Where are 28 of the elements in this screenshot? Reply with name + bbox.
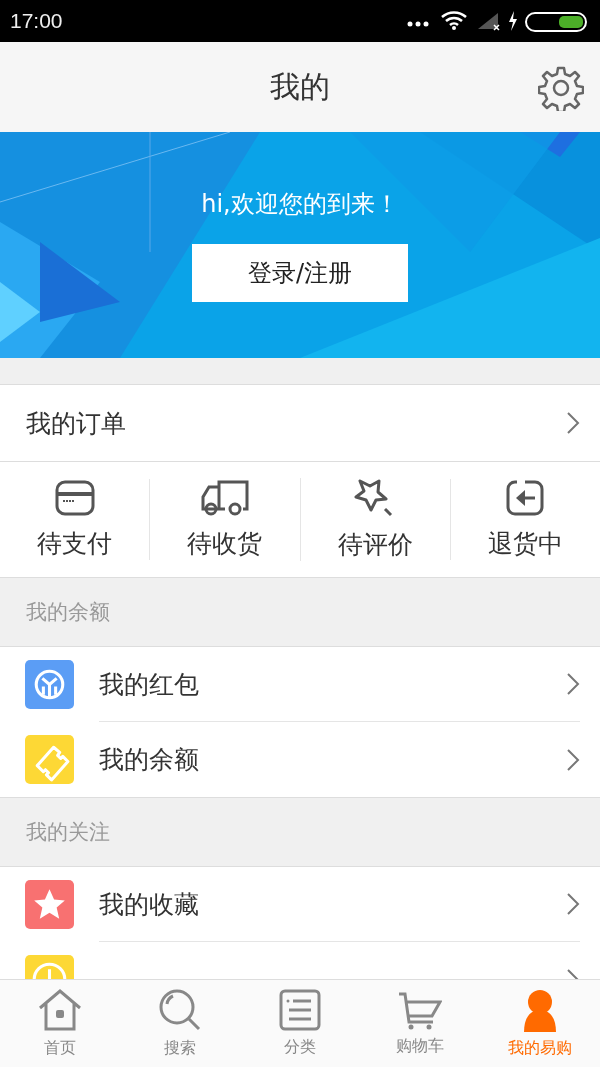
- section-title: 我的关注: [26, 819, 110, 846]
- cart-icon: [398, 990, 442, 1030]
- home-icon: [38, 988, 82, 1032]
- tab[interactable]: 首页: [0, 980, 120, 1067]
- item-label: 我的收藏: [99, 888, 199, 921]
- list-icon: [279, 989, 321, 1031]
- orders-row[interactable]: 我的订单: [0, 384, 600, 462]
- menu-item[interactable]: 我的红包: [0, 647, 600, 722]
- login-button[interactable]: 登录/注册: [192, 244, 408, 302]
- card-icon: [53, 479, 96, 517]
- item-label: 我的余额: [99, 744, 199, 776]
- order-status-label[interactable]: 待支付: [37, 527, 113, 560]
- section-title: 我的余额: [26, 599, 110, 626]
- welcome-text: hi,欢迎您的到来！: [201, 189, 399, 220]
- order-status-label[interactable]: 退货中: [487, 527, 563, 560]
- tab[interactable]: 购物车: [360, 980, 480, 1067]
- row-label: 我的订单: [26, 407, 126, 440]
- search-icon: [158, 988, 202, 1032]
- order-status-label[interactable]: 待收货: [187, 527, 263, 560]
- return-icon: [505, 479, 546, 517]
- menu-item[interactable]: 我的余额: [0, 722, 600, 797]
- page-title: 我的: [270, 67, 330, 106]
- status-time: 17:00: [10, 9, 63, 33]
- tab[interactable]: 分类: [240, 980, 360, 1067]
- order-status-label[interactable]: 待评价: [337, 528, 413, 561]
- item-label: 我的红包: [99, 668, 199, 701]
- tab[interactable]: 搜索: [120, 980, 240, 1067]
- settings-icon[interactable]: [538, 65, 584, 111]
